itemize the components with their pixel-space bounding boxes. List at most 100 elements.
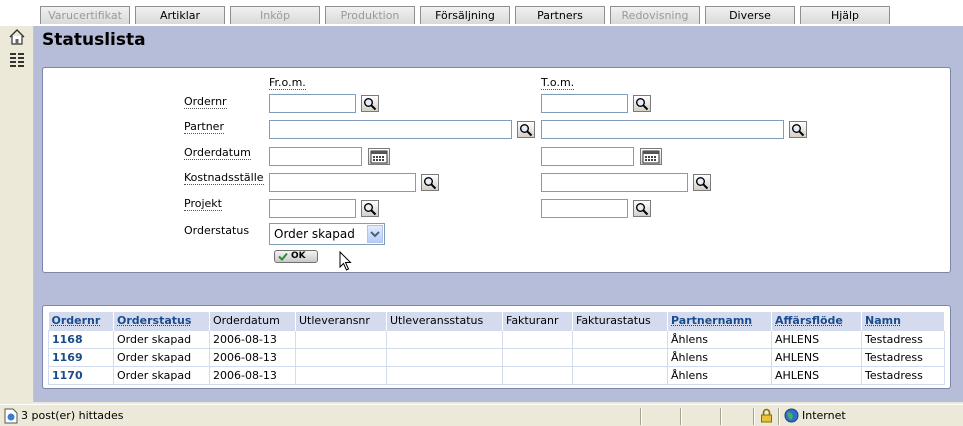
cell-orderdatum: 2006-08-13: [209, 365, 296, 385]
cell-ordernr[interactable]: 1168: [48, 329, 114, 349]
orderstatus-label: Orderstatus: [184, 224, 250, 237]
table-row: 1170 Order skapad 2006-08-13 Åhlens AHLE…: [48, 365, 945, 385]
ordernr-label: Ordernr: [184, 95, 227, 109]
magnifier-icon: [364, 98, 377, 111]
column-header-ordernr[interactable]: Ordernr: [48, 312, 114, 330]
cell-utleveransstatus: [386, 347, 503, 367]
main-area: Statuslista Fr.o.m. T.o.m. Ordernr Partn…: [34, 26, 963, 402]
magnifier-icon: [792, 124, 805, 137]
cell-utleveransnr: [295, 329, 387, 349]
tab-redovisning[interactable]: Redovisning: [610, 6, 700, 24]
status-divider: [640, 408, 642, 425]
tab-forsaljning[interactable]: Försäljning: [420, 6, 510, 24]
orderstatus-select[interactable]: Order skapad: [269, 223, 385, 245]
cell-ordernr[interactable]: 1170: [48, 365, 114, 385]
page-title: Statuslista: [42, 30, 146, 50]
magnifier-icon: [520, 124, 533, 137]
column-header-utleveransstatus: Utleveransstatus: [386, 312, 503, 330]
results-panel: Ordernr Orderstatus Orderdatum Utleveran…: [42, 305, 951, 389]
ordernr-from-search-button[interactable]: [361, 95, 379, 112]
partner-to-input[interactable]: [541, 120, 784, 139]
column-header-orderstatus[interactable]: Orderstatus: [113, 312, 210, 330]
orderdatum-label: Orderdatum: [184, 146, 251, 160]
cell-affarsflode: AHLENS: [771, 347, 862, 367]
projekt-from-input[interactable]: [269, 199, 356, 218]
tab-artiklar[interactable]: Artiklar: [135, 6, 225, 24]
cell-namn: Testadress: [861, 347, 945, 367]
orderdatum-from-input[interactable]: [269, 147, 362, 166]
ordernr-from-input[interactable]: [269, 94, 356, 113]
partner-from-search-button[interactable]: [517, 121, 535, 138]
ordernr-to-search-button[interactable]: [633, 95, 651, 112]
cell-utleveransstatus: [386, 365, 503, 385]
projekt-from-search-button[interactable]: [361, 200, 379, 217]
magnifier-icon: [424, 177, 437, 190]
lock-icon: [761, 408, 772, 423]
cell-fakturastatus: [572, 365, 668, 385]
tab-produktion[interactable]: Produktion: [325, 6, 415, 24]
partner-to-search-button[interactable]: [789, 121, 807, 138]
tab-diverse[interactable]: Diverse: [705, 6, 795, 24]
status-divider: [753, 408, 755, 425]
kostnadsstalle-from-input[interactable]: [269, 173, 416, 192]
cell-partnernamn: Åhlens: [667, 329, 772, 349]
orderstatus-select-value: Order skapad: [274, 227, 355, 241]
status-divider: [680, 408, 682, 425]
tab-hjalp[interactable]: Hjälp: [800, 6, 890, 24]
column-header-namn[interactable]: Namn: [861, 312, 945, 330]
cell-partnernamn: Åhlens: [667, 365, 772, 385]
partner-from-input[interactable]: [269, 120, 512, 139]
search-form-panel: Fr.o.m. T.o.m. Ordernr Partner Orderdatu…: [42, 67, 951, 273]
ok-button[interactable]: OK: [274, 250, 318, 263]
ok-button-label: OK: [291, 251, 306, 261]
cell-ordernr[interactable]: 1169: [48, 347, 114, 367]
kostnadsstalle-label: Kostnadsställe: [184, 171, 264, 185]
projekt-to-input[interactable]: [541, 199, 628, 218]
column-header-affarsflode[interactable]: Affärsflöde: [771, 312, 862, 330]
table-row: 1168 Order skapad 2006-08-13 Åhlens AHLE…: [48, 329, 945, 349]
left-toolbar: [0, 26, 34, 402]
column-header-partnernamn[interactable]: Partnernamn: [667, 312, 772, 330]
globe-icon: [784, 408, 799, 423]
calendar-icon: [642, 150, 660, 164]
kostnadsstalle-to-search-button[interactable]: [693, 174, 711, 191]
column-header-fakturastatus: Fakturastatus: [572, 312, 668, 330]
check-icon: [278, 252, 288, 261]
orderdatum-from-calendar-button[interactable]: [368, 148, 390, 165]
home-icon[interactable]: [7, 28, 27, 46]
column-header-fakturanr: Fakturanr: [502, 312, 573, 330]
magnifier-icon: [636, 98, 649, 111]
magnifier-icon: [364, 203, 377, 216]
status-message: 3 post(er) hittades: [21, 409, 124, 422]
page-icon: [4, 408, 18, 424]
cell-utleveransnr: [295, 347, 387, 367]
tab-partners[interactable]: Partners: [515, 6, 605, 24]
tab-varucertifikat[interactable]: Varucertifikat: [40, 6, 130, 24]
projekt-to-search-button[interactable]: [633, 200, 651, 217]
cell-orderdatum: 2006-08-13: [209, 347, 296, 367]
cell-fakturanr: [502, 329, 573, 349]
list-icon[interactable]: [7, 50, 27, 68]
mouse-cursor-icon: [339, 251, 352, 271]
cell-fakturanr: [502, 365, 573, 385]
status-divider: [720, 408, 722, 425]
cell-namn: Testadress: [861, 329, 945, 349]
cell-affarsflode: AHLENS: [771, 365, 862, 385]
tab-inkop[interactable]: Inköp: [230, 6, 320, 24]
orderdatum-to-input[interactable]: [541, 147, 634, 166]
cell-orderstatus: Order skapad: [113, 329, 210, 349]
magnifier-icon: [636, 203, 649, 216]
status-divider: [778, 408, 780, 425]
kostnadsstalle-to-input[interactable]: [541, 173, 688, 192]
chevron-down-icon: [367, 225, 383, 243]
projekt-label: Projekt: [184, 197, 222, 211]
ordernr-to-input[interactable]: [541, 94, 628, 113]
cell-utleveransstatus: [386, 329, 503, 349]
orderdatum-to-calendar-button[interactable]: [640, 148, 662, 165]
table-row: 1169 Order skapad 2006-08-13 Åhlens AHLE…: [48, 347, 945, 367]
cell-fakturastatus: [572, 347, 668, 367]
kostnadsstalle-from-search-button[interactable]: [421, 174, 439, 191]
cell-orderdatum: 2006-08-13: [209, 329, 296, 349]
table-header-row: Ordernr Orderstatus Orderdatum Utleveran…: [48, 312, 945, 330]
results-table: Ordernr Orderstatus Orderdatum Utleveran…: [48, 312, 945, 385]
